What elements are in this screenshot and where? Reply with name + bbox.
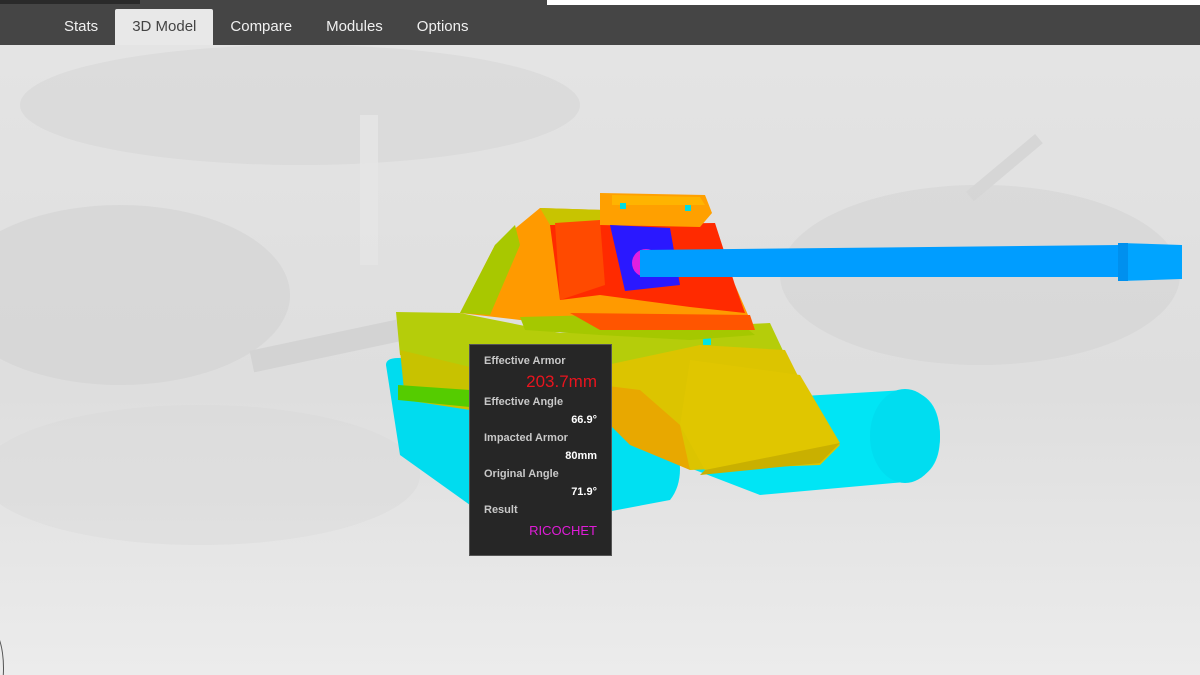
effective-armor-label: Effective Armor xyxy=(484,355,566,367)
top-navigation-bar: Stats 3D Model Compare Modules Options xyxy=(0,0,1200,45)
tab-stats[interactable]: Stats xyxy=(47,9,115,45)
result-value: RICOCHET xyxy=(529,523,597,538)
armor-info-tooltip: Effective Armor 203.7mm Effective Angle … xyxy=(469,344,612,556)
original-angle-label: Original Angle xyxy=(484,468,559,480)
tab-options[interactable]: Options xyxy=(400,9,486,45)
impacted-armor-label: Impacted Armor xyxy=(484,432,568,444)
tab-bar: Stats 3D Model Compare Modules Options xyxy=(47,9,486,45)
effective-angle-value: 66.9° xyxy=(571,414,597,426)
3d-model-viewport[interactable]: Effective Armor 203.7mm Effective Angle … xyxy=(0,45,1200,675)
effective-angle-label: Effective Angle xyxy=(484,396,564,408)
tab-3d-model[interactable]: 3D Model xyxy=(115,9,214,45)
result-label: Result xyxy=(484,504,518,516)
effective-armor-value: 203.7mm xyxy=(526,372,597,391)
original-angle-value: 71.9° xyxy=(571,486,597,498)
topbar-white-strip xyxy=(547,0,1200,5)
impacted-armor-value: 80mm xyxy=(565,450,597,462)
topbar-shade xyxy=(0,0,140,4)
tab-compare[interactable]: Compare xyxy=(213,9,309,45)
tab-modules[interactable]: Modules xyxy=(309,9,400,45)
